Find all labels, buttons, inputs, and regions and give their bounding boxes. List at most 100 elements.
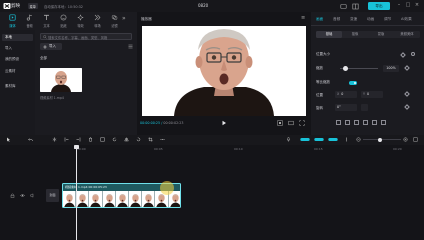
- uniform-scale-toggle[interactable]: [349, 81, 357, 85]
- maximize-button[interactable]: □: [405, 2, 411, 9]
- search-input[interactable]: 搜索文件名称、字幕、画面、类型、风格: [40, 33, 132, 40]
- player-menu-icon[interactable]: ≡: [301, 15, 305, 21]
- close-button[interactable]: ×: [414, 2, 420, 9]
- media-subnav: 本地 导入 我的预设 云素材 素材库: [0, 30, 35, 135]
- export-button[interactable]: 导出: [368, 2, 390, 10]
- delete-icon[interactable]: [88, 137, 93, 142]
- timeline-ruler[interactable]: [62, 145, 424, 151]
- x-axis-label: X: [337, 92, 340, 96]
- subnav-item[interactable]: 导入: [2, 45, 33, 52]
- layout-icon[interactable]: [352, 3, 359, 10]
- auto-snap-icon[interactable]: [314, 137, 324, 142]
- mirror-icon[interactable]: [124, 137, 129, 142]
- fullscreen-icon[interactable]: [299, 120, 305, 126]
- rotate-icon[interactable]: [136, 137, 141, 142]
- align-bottom-icon[interactable]: [381, 120, 386, 125]
- minimize-button[interactable]: –: [396, 2, 402, 9]
- tab-ai-effects[interactable]: AI效果: [401, 17, 412, 22]
- reverse-icon[interactable]: [112, 137, 117, 142]
- more-tabs-chevron-icon[interactable]: »: [122, 15, 126, 22]
- x-value: 0: [341, 92, 344, 96]
- split-icon[interactable]: [52, 137, 57, 142]
- section-position-size: 位置大小: [316, 52, 330, 56]
- divider: [311, 25, 424, 26]
- align-center-icon[interactable]: [345, 120, 350, 125]
- hide-track-icon[interactable]: [20, 193, 25, 198]
- subtab-basic[interactable]: 基础: [316, 31, 342, 38]
- tab-media[interactable]: 媒体: [4, 12, 21, 30]
- position-x-field[interactable]: X0: [335, 91, 357, 98]
- menu-button[interactable]: 菜单: [28, 3, 38, 9]
- rotate-field[interactable]: 0°: [335, 104, 357, 111]
- cover-button[interactable]: 封面: [46, 189, 59, 202]
- tab-audio-props[interactable]: 音频: [333, 17, 340, 22]
- reset-icon[interactable]: [411, 52, 415, 56]
- face-thumbnail-image: [40, 68, 82, 92]
- subnav-item[interactable]: 素材库: [2, 83, 33, 90]
- align-top-icon[interactable]: [363, 120, 368, 125]
- microphone-icon[interactable]: [286, 137, 291, 142]
- tab-text[interactable]: 文本: [38, 12, 55, 30]
- media-thumbnail[interactable]: [40, 68, 82, 92]
- zoom-slider-handle[interactable]: [378, 137, 382, 142]
- subtab-cutout[interactable]: 抠像: [342, 31, 368, 38]
- ruler-label: 00:15: [314, 147, 323, 151]
- y-axis-label: Y: [363, 92, 366, 96]
- zoom-in-icon[interactable]: [403, 137, 408, 142]
- clip-frame: [128, 191, 143, 207]
- search-placeholder: 搜索文件名称、字幕、画面、类型、风格: [48, 36, 108, 40]
- lock-track-icon[interactable]: [10, 193, 15, 198]
- zoom-slider-track[interactable]: [363, 139, 401, 140]
- preview-axis-icon[interactable]: [344, 137, 349, 142]
- import-button[interactable]: 导入: [40, 43, 62, 50]
- subnav-item[interactable]: 本地: [2, 34, 33, 41]
- subnav-item[interactable]: 云素材: [2, 68, 33, 75]
- ratio-icon[interactable]: [288, 120, 294, 126]
- align-right-icon[interactable]: [354, 120, 359, 125]
- rotate-button[interactable]: [361, 104, 368, 111]
- freeze-icon[interactable]: [100, 137, 105, 142]
- subnav-item[interactable]: 我的预设: [2, 56, 33, 63]
- split-right-icon[interactable]: [76, 137, 81, 142]
- app-logo-icon: [3, 3, 11, 9]
- tab-transition[interactable]: 转场: [89, 12, 106, 30]
- tab-audio[interactable]: 音频: [21, 12, 38, 30]
- playhead-line[interactable]: [76, 146, 77, 240]
- split-left-icon[interactable]: [64, 137, 69, 142]
- zoom-out-icon[interactable]: [356, 137, 361, 142]
- more-tools-icon[interactable]: [160, 137, 165, 142]
- import-label: 导入: [49, 44, 56, 49]
- main-track-magnet-icon[interactable]: [300, 137, 310, 142]
- scale-value-field[interactable]: 100%: [383, 65, 399, 72]
- tab-speed[interactable]: 变速: [350, 17, 357, 22]
- subtab-mask[interactable]: 蒙版: [368, 31, 394, 38]
- add-icon: [43, 44, 47, 49]
- subtab-beauty[interactable]: 美颜美体: [394, 31, 420, 38]
- shortcut-icon[interactable]: [340, 3, 347, 10]
- fit-timeline-icon[interactable]: [413, 137, 418, 142]
- crop-icon[interactable]: [148, 137, 153, 142]
- playhead-handle[interactable]: [74, 145, 79, 149]
- list-view-icon[interactable]: [128, 44, 133, 49]
- tab-animation[interactable]: 动画: [367, 17, 374, 22]
- select-cursor-icon[interactable]: [6, 137, 11, 142]
- video-preview[interactable]: [142, 26, 306, 116]
- clip-frame: [142, 191, 156, 207]
- scale-slider-handle[interactable]: [343, 66, 348, 71]
- tab-picture[interactable]: 画面: [316, 17, 323, 22]
- tab-adjust[interactable]: 调节: [384, 17, 391, 22]
- folder-label[interactable]: 全部: [40, 56, 47, 61]
- undo-icon[interactable]: [28, 137, 33, 142]
- mute-track-icon[interactable]: [30, 193, 35, 198]
- play-icon[interactable]: [221, 120, 227, 126]
- fit-view-icon[interactable]: [277, 120, 283, 126]
- tab-effects[interactable]: 特效: [72, 12, 89, 30]
- tab-label: 特效: [77, 24, 84, 28]
- align-left-icon[interactable]: [336, 120, 341, 125]
- align-middle-icon[interactable]: [372, 120, 377, 125]
- position-y-field[interactable]: Y0: [361, 91, 383, 98]
- tab-filter[interactable]: 滤镜: [106, 12, 123, 30]
- linkage-icon[interactable]: [328, 137, 338, 142]
- tab-sticker[interactable]: 贴纸: [55, 12, 72, 30]
- project-name[interactable]: 0820: [198, 3, 208, 8]
